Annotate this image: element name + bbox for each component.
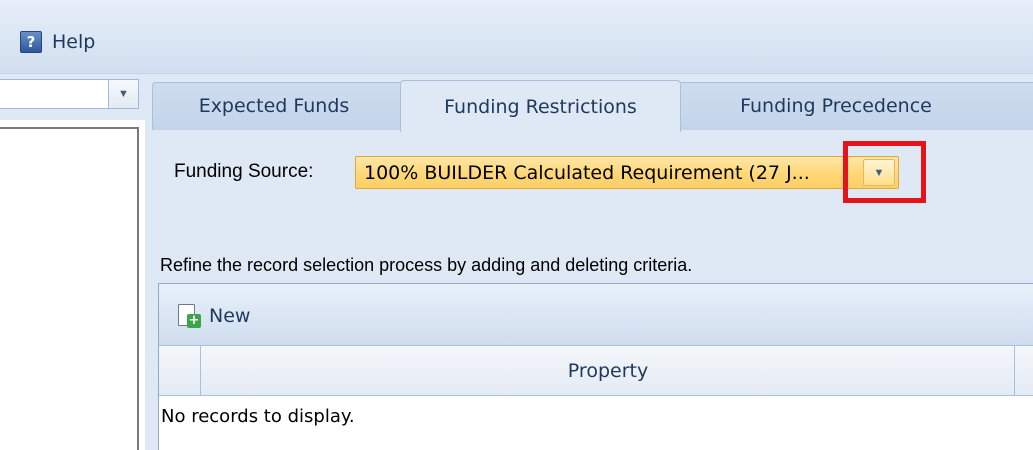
chevron-down-icon[interactable]: ▼ xyxy=(863,159,895,186)
row-indicator-header xyxy=(159,346,201,395)
column-header-property[interactable]: Property xyxy=(202,346,1015,395)
left-pane-list[interactable] xyxy=(0,127,139,450)
tab-funding-restrictions[interactable]: Funding Restrictions xyxy=(400,80,681,132)
grid-toolbar: + New xyxy=(159,284,1033,346)
new-button-label: New xyxy=(209,305,251,327)
menu-bar: ? Help xyxy=(0,0,1033,74)
tab-expected-funds[interactable]: Expected Funds xyxy=(162,82,386,130)
help-icon: ? xyxy=(20,31,42,53)
empty-grid-message: No records to display. xyxy=(161,406,355,427)
grid-header: Property xyxy=(159,346,1033,396)
chevron-down-icon[interactable]: ▼ xyxy=(108,80,138,108)
new-document-icon: + xyxy=(177,303,201,329)
tab-funding-precedence[interactable]: Funding Precedence xyxy=(700,82,972,130)
funding-source-label: Funding Source: xyxy=(174,161,314,182)
help-menu[interactable]: ? Help xyxy=(20,28,95,56)
left-pane-dropdown[interactable]: ▼ xyxy=(0,79,139,109)
criteria-instruction: Refine the record selection process by a… xyxy=(160,255,693,275)
criteria-grid: + New Property No records to display. xyxy=(158,283,1033,450)
new-button[interactable]: + New xyxy=(177,301,250,331)
help-label: Help xyxy=(52,31,96,53)
funding-source-value: 100% BUILDER Calculated Requirement (27 … xyxy=(364,161,810,184)
funding-source-dropdown[interactable]: 100% BUILDER Calculated Requirement (27 … xyxy=(355,156,899,189)
